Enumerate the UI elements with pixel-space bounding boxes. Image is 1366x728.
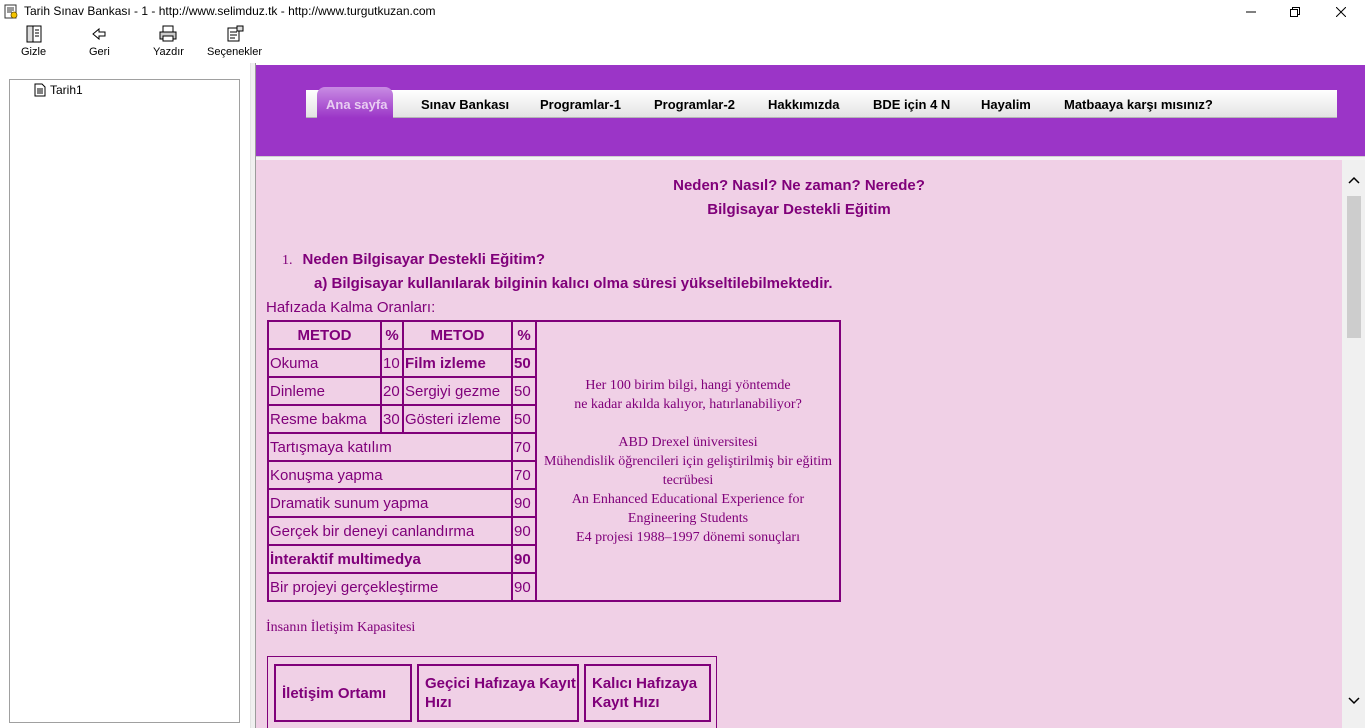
capacity-table: İletişim Ortamı Geçici Hafızaya Kayıt Hı…: [267, 656, 717, 728]
note-line: Mühendislik öğrencileri için geliştirilm…: [543, 453, 833, 488]
nav-item-bde-icin-4n[interactable]: BDE için 4 N: [873, 97, 950, 112]
nav-item-matbaaya[interactable]: Matbaaya karşı mısınız?: [1064, 97, 1213, 112]
percent-cell: 90: [511, 572, 537, 602]
close-icon: [1336, 6, 1346, 17]
question-number: 1.: [282, 253, 293, 268]
column-header: %: [380, 320, 404, 350]
close-button[interactable]: [1318, 0, 1364, 23]
back-arrow-icon: [89, 25, 109, 43]
nav-item-ana-sayfa[interactable]: Ana sayfa: [317, 87, 393, 118]
hide-label: Gizle: [21, 46, 47, 58]
options-icon: [225, 25, 245, 43]
chevron-up-icon: [1347, 176, 1360, 184]
answer-a: a) Bilgisayar kullanılarak bilginin kalı…: [314, 275, 833, 292]
note-line: Her 100 birim bilgi, hangi yöntemde: [585, 377, 791, 393]
help-book-icon: [4, 4, 18, 19]
scroll-down-button[interactable]: [1342, 691, 1365, 711]
method-cell: Film izleme: [402, 348, 513, 378]
page-subtitle: Bilgisayar Destekli Eğitim: [707, 201, 891, 218]
nav-bar: Ana sayfa Sınav Bankası Programlar-1 Pro…: [306, 87, 1337, 118]
hide-button[interactable]: Gizle: [21, 25, 46, 58]
contents-tree[interactable]: Tarih1: [9, 79, 240, 723]
options-button[interactable]: Seçenekler: [207, 25, 262, 58]
percent-cell: 20: [380, 376, 404, 406]
method-cell: Bir projeyi gerçekleştirme: [267, 572, 513, 602]
nav-item-label: Ana sayfa: [326, 97, 388, 112]
toolbar: Gizle Geri Yazdır Seçenekler: [0, 23, 1366, 63]
method-cell: Gösteri izleme: [402, 404, 513, 434]
page-title: Neden? Nasıl? Ne zaman? Nerede?: [673, 177, 925, 194]
scroll-thumb[interactable]: [1347, 196, 1361, 338]
percent-cell: 30: [380, 404, 404, 434]
method-cell: Gerçek bir deneyi canlandırma: [267, 516, 513, 546]
method-cell: Okuma: [267, 348, 382, 378]
back-button[interactable]: Geri: [89, 25, 110, 58]
site-header: Ana sayfa Sınav Bankası Programlar-1 Pro…: [256, 65, 1365, 156]
page-content: Neden? Nasıl? Ne zaman? Nerede? Bilgisay…: [256, 160, 1342, 728]
contents-panel: Tarih1: [0, 63, 250, 728]
back-label: Geri: [89, 46, 110, 58]
retention-label: Hafızada Kalma Oranları:: [266, 299, 436, 316]
note-line: ne kadar akılda kalıyor, hatırlanabiliyo…: [574, 396, 802, 412]
percent-cell: 90: [511, 516, 537, 546]
percent-cell: 70: [511, 432, 537, 462]
percent-cell: 50: [511, 376, 537, 406]
tree-item-tarih1[interactable]: Tarih1: [34, 83, 83, 97]
retention-table: METOD % METOD % Her 100 birim bilgi, han…: [267, 320, 841, 602]
vertical-scrollbar[interactable]: [1342, 160, 1365, 728]
hide-icon: [24, 25, 44, 43]
nav-item-programlar-1[interactable]: Programlar-1: [540, 97, 621, 112]
nav-item-hayalim[interactable]: Hayalim: [981, 97, 1031, 112]
capacity-box-permanent: Kalıcı Hafızaya Kayıt Hızı: [584, 664, 711, 722]
nav-item-programlar-2[interactable]: Programlar-2: [654, 97, 735, 112]
scroll-up-button[interactable]: [1342, 170, 1365, 190]
method-cell: Dinleme: [267, 376, 382, 406]
minimize-button[interactable]: [1228, 0, 1274, 23]
method-cell: Sergiyi gezme: [402, 376, 513, 406]
column-header: %: [511, 320, 537, 350]
chevron-down-icon: [1347, 697, 1360, 705]
method-cell: İnteraktif multimedya: [267, 544, 513, 574]
restore-icon: [1290, 6, 1300, 17]
capacity-box-temporary: Geçici Hafızaya Kayıt Hızı: [417, 664, 579, 722]
note-line: ABD Drexel üniversitesi: [618, 434, 758, 450]
method-cell: Dramatik sunum yapma: [267, 488, 513, 518]
percent-cell: 10: [380, 348, 404, 378]
percent-cell: 50: [511, 404, 537, 434]
question-heading: 1. Neden Bilgisayar Destekli Eğitim?: [282, 251, 545, 269]
title-bar: Tarih Sınav Bankası - 1 - http://www.sel…: [0, 0, 1366, 23]
nav-item-sinav-bankasi[interactable]: Sınav Bankası: [421, 97, 509, 112]
nav-item-hakkimizda[interactable]: Hakkımızda: [768, 97, 840, 112]
table-note: Her 100 birim bilgi, hangi yöntemde ne k…: [535, 320, 841, 602]
note-line: An Enhanced Educational Experience for E…: [571, 491, 805, 526]
column-header: METOD: [267, 320, 382, 350]
method-cell: Konuşma yapma: [267, 460, 513, 490]
print-label: Yazdır: [153, 46, 184, 58]
restore-button[interactable]: [1272, 0, 1318, 23]
capacity-label: İnsanın İletişim Kapasitesi: [266, 620, 416, 635]
percent-cell: 90: [511, 544, 537, 574]
printer-icon: [158, 25, 178, 43]
column-header: METOD: [402, 320, 513, 350]
content-pane: Ana sayfa Sınav Bankası Programlar-1 Pro…: [255, 63, 1366, 728]
document-icon: [34, 83, 46, 97]
window-title: Tarih Sınav Bankası - 1 - http://www.sel…: [24, 4, 436, 18]
table-header-row: METOD % METOD % Her 100 birim bilgi, han…: [267, 320, 841, 602]
percent-cell: 90: [511, 488, 537, 518]
method-cell: Tartışmaya katılım: [267, 432, 513, 462]
question-text: Neden Bilgisayar Destekli Eğitim?: [302, 251, 546, 268]
capacity-box-medium: İletişim Ortamı: [274, 664, 412, 722]
options-label: Seçenekler: [207, 46, 263, 58]
tree-item-label: Tarih1: [50, 83, 83, 97]
print-button[interactable]: Yazdır: [153, 25, 184, 58]
minimize-icon: [1246, 11, 1256, 12]
method-cell: Resme bakma: [267, 404, 382, 434]
percent-cell: 70: [511, 460, 537, 490]
note-spacer: [541, 414, 835, 433]
percent-cell: 50: [511, 348, 537, 378]
note-line: E4 projesi 1988–1997 dönemi sonuçları: [576, 529, 800, 545]
